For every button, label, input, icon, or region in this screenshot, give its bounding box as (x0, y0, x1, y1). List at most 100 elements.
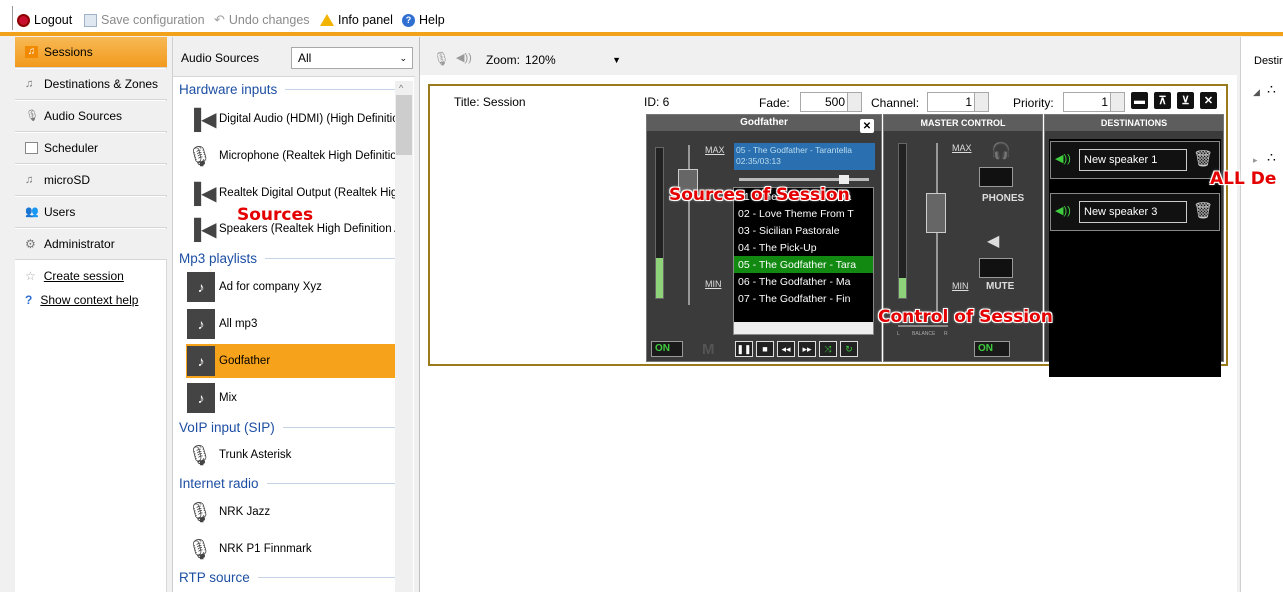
microphone-icon: 🎙 (187, 538, 213, 561)
undo-changes-button[interactable]: ↶ Undo changes (214, 11, 310, 29)
top-toolbar: Logout Save configuration ↶ Undo changes… (0, 0, 1283, 36)
seek-bar[interactable] (739, 175, 869, 184)
microphone-icon[interactable]: 🎙 (433, 51, 450, 67)
section-rtp-source: RTP source (179, 570, 399, 585)
chevron-up-icon: ^ (399, 83, 404, 93)
phones-toggle[interactable] (979, 167, 1013, 187)
destinations-header: Destir (1254, 55, 1283, 67)
trash-icon[interactable]: 🗑 (1193, 149, 1213, 169)
warning-icon (320, 14, 334, 26)
destination-item[interactable]: ◀)) New speaker 1 🗑 (1050, 141, 1220, 179)
nav-item-destinations[interactable]: ♫ Destinations & Zones (15, 69, 167, 100)
speaker-icon[interactable]: ◀)) (456, 51, 472, 64)
balance-left-label: L (897, 331, 900, 337)
nav-item-audio-sources[interactable]: 🎙 Audio Sources (15, 101, 167, 132)
spinner-arrows-icon[interactable] (847, 93, 861, 111)
sources-header: Audio Sources All ⌄ (173, 37, 415, 77)
player-title: Godfather (647, 115, 881, 131)
scrollbar-thumb[interactable] (396, 95, 412, 155)
info-panel-button[interactable]: Info panel (320, 11, 393, 29)
all-destinations-annotation: ALL De (1210, 169, 1277, 189)
create-session-link[interactable]: ☆ Create session (25, 267, 124, 285)
phones-label: PHONES (982, 193, 1025, 204)
session-workspace: 🎙 ◀)) Zoom: 120% ▼ Title: Session ID: 6 … (419, 37, 1238, 592)
spinner-arrows-icon[interactable] (1110, 93, 1124, 111)
zoom-select[interactable]: 120% ▼ (525, 51, 621, 69)
close-session-icon[interactable]: ✕ (1200, 92, 1217, 109)
mute-label: MUTE (986, 281, 1015, 292)
voip-item-trunk-asterisk[interactable]: 🎙 Trunk Asterisk (187, 438, 397, 472)
master-volume-meter (898, 143, 907, 299)
nav-item-sessions[interactable]: ♫ Sessions (15, 37, 167, 68)
track-row-playing[interactable]: 05 - The Godfather - Tara (734, 256, 873, 273)
max-label: MAX (705, 145, 725, 155)
on-toggle[interactable]: ON (651, 341, 683, 357)
track-row[interactable]: 06 - The Godfather - Ma (734, 273, 873, 290)
control-of-session-annotation: Control of Session (878, 307, 1053, 327)
volume-meter (655, 147, 664, 299)
floppy-icon (84, 13, 97, 27)
stop-icon[interactable]: ■ (756, 341, 774, 357)
help-button[interactable]: ? Help (402, 11, 445, 29)
repeat-icon[interactable]: ↻ (840, 341, 858, 357)
zoom-label: Zoom: (486, 53, 521, 67)
horizontal-scrollbar[interactable] (734, 322, 873, 334)
channel-input[interactable]: 1 (927, 92, 989, 112)
left-navigation: ♫ Sessions ♫ Destinations & Zones 🎙 Audi… (15, 37, 167, 592)
priority-input[interactable]: 1 (1063, 92, 1125, 112)
balance-label: BALANCE (912, 331, 936, 337)
move-bottom-icon[interactable]: ⊻ (1177, 92, 1194, 109)
tree-collapse-icon[interactable]: ▸ (1253, 155, 1258, 166)
sources-header-label: Audio Sources (181, 51, 260, 65)
destinations-panel: DESTINATIONS ◀)) New speaker 1 🗑 ◀)) New… (1044, 114, 1224, 377)
speaker-on-icon: ◀)) (1055, 205, 1071, 217)
source-item-microphone[interactable]: 🎙 Microphone (Realtek High Definitio (187, 139, 397, 173)
master-slider-handle[interactable] (926, 193, 946, 233)
star-icon: ☆ (25, 269, 36, 283)
fast-forward-icon[interactable]: ▸▸ (798, 341, 816, 357)
spinner-arrows-icon[interactable] (974, 93, 988, 111)
sources-filter-select[interactable]: All ⌄ (291, 47, 413, 69)
logout-button[interactable]: Logout (17, 11, 72, 29)
minimize-session-icon[interactable]: ▬ (1131, 92, 1148, 109)
track-row[interactable]: 04 - The Pick-Up (734, 239, 873, 256)
sources-scrollbar[interactable]: ^ (395, 81, 413, 592)
trash-icon[interactable]: 🗑 (1193, 201, 1213, 221)
session-card[interactable]: Title: Session ID: 6 Fade: 500 Channel: … (428, 84, 1228, 377)
playlist-item-mix[interactable]: ♪ Mix (187, 381, 397, 415)
track-row[interactable]: 02 - Love Theme From T (734, 205, 873, 222)
music-note-icon: ♫ (25, 174, 34, 186)
speaker-on-icon: ◀)) (1055, 153, 1071, 165)
master-on-toggle[interactable]: ON (974, 341, 1010, 357)
track-row[interactable]: 07 - The Godfather - Fin (734, 290, 873, 307)
playlist-item-godfather[interactable]: ♪ Godfather (186, 344, 398, 378)
close-player-icon[interactable]: ✕ (860, 119, 874, 133)
move-top-icon[interactable]: ⊼ (1154, 92, 1171, 109)
nav-item-scheduler[interactable]: Scheduler (15, 133, 167, 164)
playlist-item-all-mp3[interactable]: ♪ All mp3 (187, 307, 397, 341)
radio-item-nrk-jazz[interactable]: 🎙 NRK Jazz (187, 495, 397, 529)
nav-item-administrator[interactable]: ⚙ Administrator (15, 229, 167, 260)
nav-item-microsd[interactable]: ♫ microSD (15, 165, 167, 196)
mute-m-button[interactable]: M (702, 341, 715, 358)
microphone-icon: 🎙 (187, 444, 213, 467)
save-configuration-button[interactable]: Save configuration (84, 11, 205, 29)
destination-item[interactable]: ◀)) New speaker 3 🗑 (1050, 193, 1220, 231)
calendar-icon (25, 142, 38, 154)
fade-input[interactable]: 500 (800, 92, 862, 112)
tree-expand-icon[interactable]: ◢ (1253, 87, 1260, 98)
speaker-icon: ▐◀ (187, 182, 217, 205)
show-context-help-link[interactable]: ? Show context help (25, 291, 138, 309)
rewind-icon[interactable]: ◂◂ (777, 341, 795, 357)
track-row[interactable]: 03 - Sicilian Pastorale (734, 222, 873, 239)
mute-toggle[interactable] (979, 258, 1013, 278)
radio-item-nrk-p1[interactable]: 🎙 NRK P1 Finnmark (187, 532, 397, 566)
playlist-item-ad[interactable]: ♪ Ad for company Xyz (187, 270, 397, 304)
shuffle-icon[interactable]: ⤨ (819, 341, 837, 357)
destinations-title: DESTINATIONS (1045, 115, 1223, 131)
speaker-icon: ▐◀ (187, 218, 217, 241)
source-item-hdmi[interactable]: ▐◀ Digital Audio (HDMI) (High Definitic (187, 102, 397, 136)
nav-item-users[interactable]: 👥 Users (15, 197, 167, 228)
power-icon (17, 13, 30, 27)
pause-icon[interactable]: ❚❚ (735, 341, 753, 357)
